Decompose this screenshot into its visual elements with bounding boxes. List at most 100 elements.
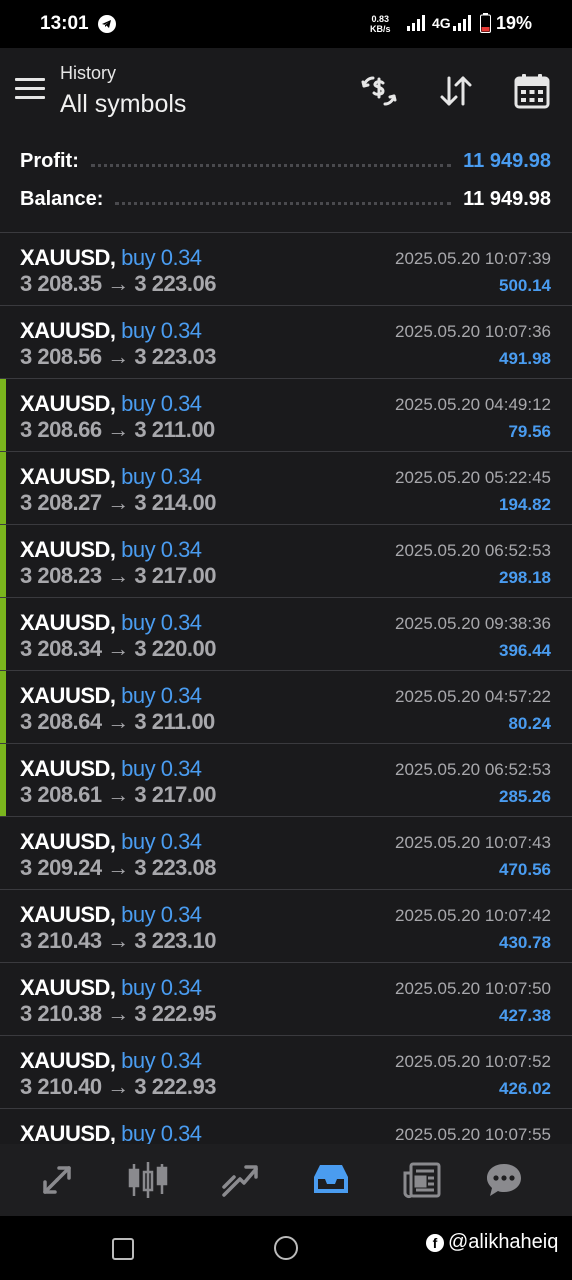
symbol-name: XAUUSD, bbox=[20, 245, 116, 270]
trade-row[interactable]: XAUUSD, buy 0.34 3 208.66 → 3 211.00 202… bbox=[0, 379, 572, 452]
trade-prices: 3 210.38 → 3 222.95 bbox=[20, 1001, 217, 1026]
trade-side: buy 0.34 bbox=[121, 245, 202, 270]
trade-prices: 3 208.61 → 3 217.00 bbox=[20, 782, 217, 807]
trade-row[interactable]: XAUUSD, buy 0.34 3 208.56 → 3 223.03 202… bbox=[0, 306, 572, 379]
trade-symbol: XAUUSD, buy 0.34 bbox=[20, 318, 202, 344]
home-button[interactable] bbox=[274, 1236, 298, 1260]
symbol-name: XAUUSD, bbox=[20, 318, 116, 343]
trade-profit: 285.26 bbox=[499, 787, 551, 806]
chat-icon[interactable] bbox=[480, 1156, 528, 1204]
trade-side: buy 0.34 bbox=[121, 610, 202, 635]
trade-side: buy 0.34 bbox=[121, 683, 202, 708]
profit-row: Profit: 11 949.98 bbox=[20, 146, 551, 176]
trade-row[interactable]: XAUUSD, buy 0.34 3 210.40 → 3 222.93 202… bbox=[0, 1036, 572, 1109]
trade-row[interactable]: XAUUSD, buy 0.34 2025.05.20 10:07:55 bbox=[0, 1109, 572, 1145]
trade-profit: 298.18 bbox=[499, 568, 551, 587]
trade-profit: 426.02 bbox=[499, 1079, 551, 1098]
trade-time: 2025.05.20 05:22:45 bbox=[395, 468, 551, 487]
trade-time: 2025.05.20 04:57:22 bbox=[395, 687, 551, 706]
symbol-name: XAUUSD, bbox=[20, 683, 116, 708]
header-subtitle: History bbox=[60, 63, 117, 83]
dotted-leader bbox=[115, 201, 452, 205]
trade-row[interactable]: XAUUSD, buy 0.34 3 208.27 → 3 214.00 202… bbox=[0, 452, 572, 525]
currency-exchange-icon[interactable] bbox=[358, 70, 400, 112]
trade-prices: 3 210.40 → 3 222.93 bbox=[20, 1074, 217, 1099]
trade-prices: 3 208.66 → 3 211.00 bbox=[20, 417, 215, 442]
trade-symbol: XAUUSD, buy 0.34 bbox=[20, 537, 202, 563]
trade-row[interactable]: XAUUSD, buy 0.34 3 209.24 → 3 223.08 202… bbox=[0, 817, 572, 890]
network-speed: 0.83 KB/s bbox=[370, 14, 391, 34]
status-bar: 13:01 0.83 KB/s 4G 19% bbox=[0, 0, 572, 48]
recents-button[interactable] bbox=[112, 1238, 134, 1260]
trade-side: buy 0.34 bbox=[121, 1121, 202, 1145]
menu-icon[interactable] bbox=[15, 78, 45, 102]
trade-time: 2025.05.20 10:07:39 bbox=[395, 249, 551, 268]
trade-profit: 491.98 bbox=[499, 349, 551, 368]
symbol-name: XAUUSD, bbox=[20, 537, 116, 562]
trade-profit: 80.24 bbox=[508, 714, 551, 733]
trade-row[interactable]: XAUUSD, buy 0.34 3 208.35 → 3 223.06 202… bbox=[0, 233, 572, 306]
network-type: 4G bbox=[432, 15, 451, 31]
balance-value: 11 949.98 bbox=[463, 187, 551, 210]
trade-side: buy 0.34 bbox=[121, 464, 202, 489]
bottom-navigation bbox=[0, 1144, 572, 1216]
status-time: 13:01 bbox=[40, 13, 89, 34]
trade-side: buy 0.34 bbox=[121, 902, 202, 927]
calendar-icon[interactable] bbox=[511, 70, 553, 112]
trade-prices: 3 208.27 → 3 214.00 bbox=[20, 490, 217, 515]
trade-side: buy 0.34 bbox=[121, 829, 202, 854]
chart-icon[interactable] bbox=[124, 1156, 172, 1204]
dotted-leader bbox=[90, 163, 452, 167]
trade-time: 2025.05.20 10:07:36 bbox=[395, 322, 551, 341]
trade-row[interactable]: XAUUSD, buy 0.34 3 210.38 → 3 222.95 202… bbox=[0, 963, 572, 1036]
profit-value: 11 949.98 bbox=[463, 149, 551, 172]
balance-label: Balance: bbox=[20, 187, 104, 210]
trade-side: buy 0.34 bbox=[121, 318, 202, 343]
trade-row[interactable]: XAUUSD, buy 0.34 3 208.64 → 3 211.00 202… bbox=[0, 671, 572, 744]
trade-prices: 3 208.23 → 3 217.00 bbox=[20, 563, 217, 588]
trade-prices: 3 209.24 → 3 223.08 bbox=[20, 855, 217, 880]
trade-side: buy 0.34 bbox=[121, 975, 202, 1000]
sort-icon[interactable] bbox=[435, 70, 477, 112]
trade-row[interactable]: XAUUSD, buy 0.34 3 208.34 → 3 220.00 202… bbox=[0, 598, 572, 671]
trade-time: 2025.05.20 06:52:53 bbox=[395, 760, 551, 779]
symbol-name: XAUUSD, bbox=[20, 391, 116, 416]
trade-symbol: XAUUSD, buy 0.34 bbox=[20, 683, 202, 709]
news-icon[interactable] bbox=[398, 1156, 446, 1204]
trade-row[interactable]: XAUUSD, buy 0.34 3 208.61 → 3 217.00 202… bbox=[0, 744, 572, 817]
balance-row: Balance: 11 949.98 bbox=[20, 184, 551, 214]
trade-icon[interactable] bbox=[215, 1156, 263, 1204]
telegram-icon bbox=[98, 15, 116, 33]
signal-icon bbox=[453, 15, 471, 31]
history-icon[interactable] bbox=[307, 1156, 355, 1204]
watermark-handle: @alikhaheiq bbox=[448, 1231, 559, 1253]
trade-row[interactable]: XAUUSD, buy 0.34 3 208.23 → 3 217.00 202… bbox=[0, 525, 572, 598]
quotes-icon[interactable] bbox=[33, 1156, 81, 1204]
trade-time: 2025.05.20 10:07:42 bbox=[395, 906, 551, 925]
battery-percent: 19% bbox=[496, 13, 533, 33]
trade-time: 2025.05.20 04:49:12 bbox=[395, 395, 551, 414]
trade-symbol: XAUUSD, buy 0.34 bbox=[20, 975, 202, 1001]
trade-history-list[interactable]: XAUUSD, buy 0.34 3 208.35 → 3 223.06 202… bbox=[0, 232, 572, 1145]
trade-symbol: XAUUSD, buy 0.34 bbox=[20, 756, 202, 782]
trade-prices: 3 210.43 → 3 223.10 bbox=[20, 928, 217, 953]
trade-time: 2025.05.20 10:07:43 bbox=[395, 833, 551, 852]
trade-profit: 430.78 bbox=[499, 933, 551, 952]
trade-profit: 194.82 bbox=[499, 495, 551, 514]
trade-side: buy 0.34 bbox=[121, 537, 202, 562]
trade-prices: 3 208.64 → 3 211.00 bbox=[20, 709, 215, 734]
trade-prices: 3 208.35 → 3 223.06 bbox=[20, 271, 217, 296]
symbol-name: XAUUSD, bbox=[20, 610, 116, 635]
page-title[interactable]: All symbols bbox=[60, 90, 186, 119]
signal-icon bbox=[407, 15, 425, 31]
trade-row[interactable]: XAUUSD, buy 0.34 3 210.43 → 3 223.10 202… bbox=[0, 890, 572, 963]
trade-time: 2025.05.20 10:07:55 bbox=[395, 1125, 551, 1144]
trade-profit: 470.56 bbox=[499, 860, 551, 879]
trade-time: 2025.05.20 10:07:52 bbox=[395, 1052, 551, 1071]
symbol-name: XAUUSD, bbox=[20, 975, 116, 1000]
symbol-name: XAUUSD, bbox=[20, 902, 116, 927]
trade-side: buy 0.34 bbox=[121, 391, 202, 416]
battery-icon bbox=[480, 13, 491, 33]
trade-symbol: XAUUSD, buy 0.34 bbox=[20, 391, 202, 417]
trade-time: 2025.05.20 06:52:53 bbox=[395, 541, 551, 560]
